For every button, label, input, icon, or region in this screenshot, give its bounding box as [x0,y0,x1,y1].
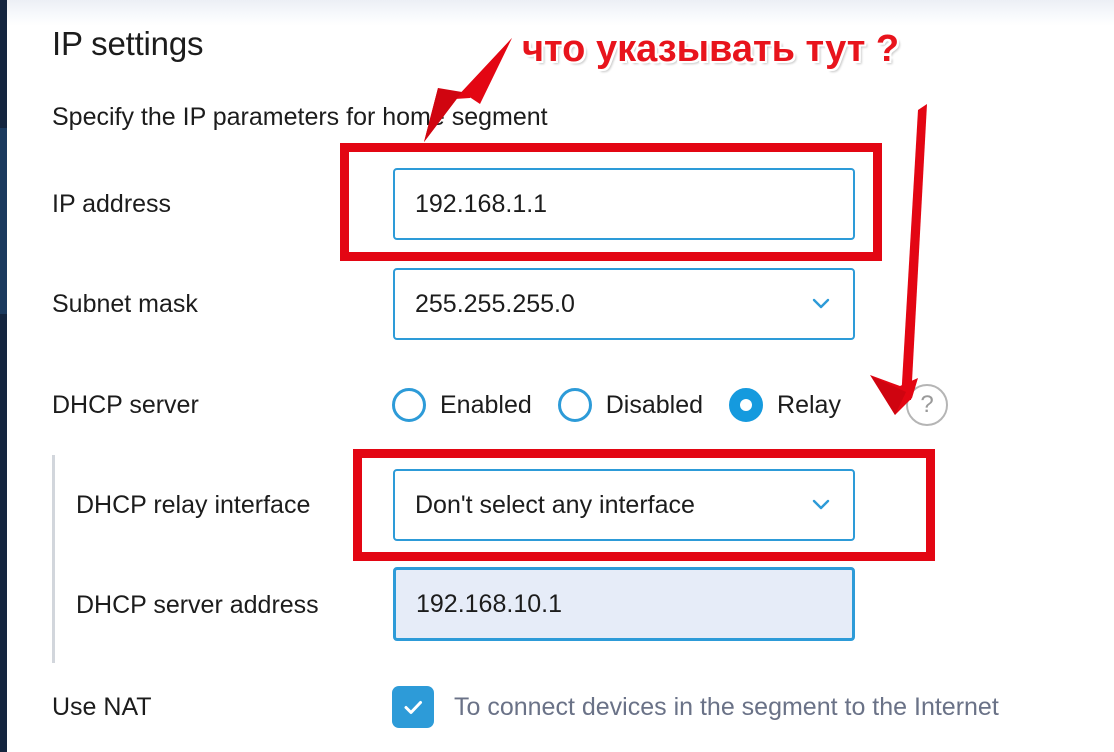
question-mark-icon[interactable]: ? [906,384,948,426]
radio-option-disabled[interactable]: Disabled [557,388,704,422]
label-dhcp-server-address: DHCP server address [76,591,319,619]
label-use-nat: Use NAT [52,693,152,721]
use-nat-checkbox[interactable] [392,686,434,728]
ip-address-value: 192.168.1.1 [415,189,548,218]
radio-label-disabled: Disabled [605,390,704,419]
radio-option-enabled[interactable]: Enabled [392,388,532,422]
radio-dot-enabled[interactable] [392,388,426,422]
chevron-down-icon [811,495,831,515]
checkmark-icon [404,701,422,714]
subnet-mask-value: 255.255.255.0 [415,289,575,318]
settings-content: IP settings Specify the IP parameters fo… [0,0,1114,752]
radio-label-relay: Relay [777,390,841,419]
dhcp-server-radio-group: Enabled Disabled Relay [392,385,867,425]
label-dhcp-relay-interface: DHCP relay interface [76,491,311,519]
page-title: IP settings [52,25,204,62]
nested-rows-guide [52,455,55,663]
help-glyph: ? [920,391,934,418]
radio-dot-disabled[interactable] [557,388,592,422]
dhcp-server-address-value: 192.168.10.1 [416,589,562,618]
radio-option-relay[interactable]: Relay [729,388,841,422]
dhcp-relay-interface-value: Don't select any interface [415,490,695,519]
radio-dot-relay[interactable] [729,388,764,422]
dhcp-relay-interface-select[interactable]: Don't select any interface [393,469,855,541]
dhcp-server-address-input[interactable]: 192.168.10.1 [393,567,855,641]
ip-address-input[interactable]: 192.168.1.1 [393,168,855,240]
label-subnet-mask: Subnet mask [52,290,198,318]
use-nat-checkbox-row[interactable]: To connect devices in the segment to the… [392,686,999,728]
use-nat-description: To connect devices in the segment to the… [454,692,999,721]
chevron-down-icon [811,294,831,314]
subnet-mask-select[interactable]: 255.255.255.0 [393,268,855,340]
label-ip-address: IP address [52,190,172,218]
label-dhcp-server: DHCP server [52,391,199,419]
radio-label-enabled: Enabled [440,390,532,419]
page-subtitle: Specify the IP parameters for home segme… [52,103,548,131]
ip-settings-page: IP settings Specify the IP parameters fo… [0,0,1114,752]
